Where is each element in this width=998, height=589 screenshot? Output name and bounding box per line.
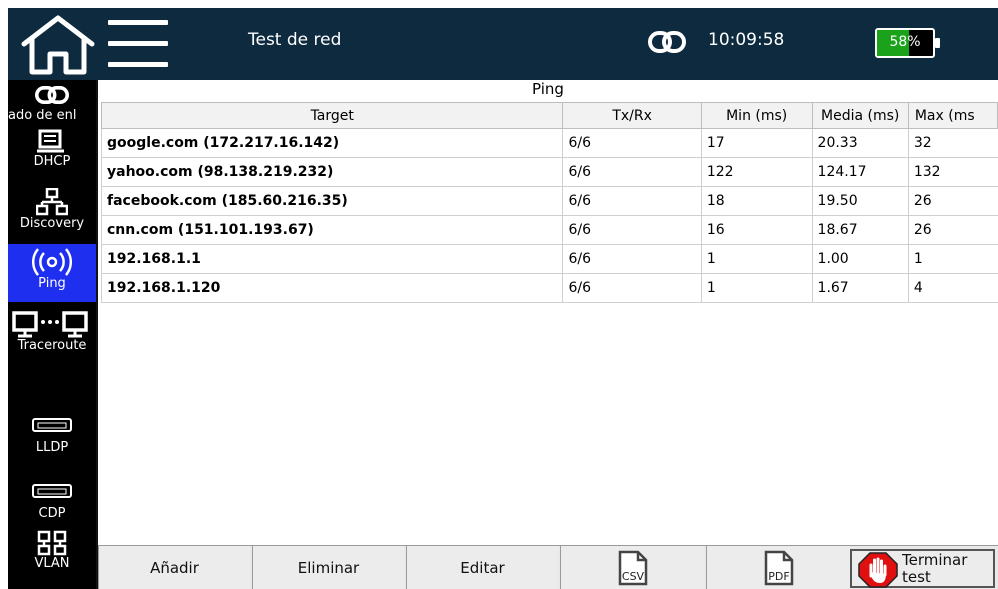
cell-min: 18: [700, 186, 813, 216]
cell-min: 16: [700, 215, 813, 245]
cell-max: 4: [907, 273, 998, 303]
sidebar-item-lldp[interactable]: LLDP: [8, 418, 96, 468]
edit-button[interactable]: Editar: [406, 546, 558, 589]
battery-indicator: 58%: [875, 28, 940, 58]
sidebar-item-label: Traceroute: [17, 338, 87, 353]
cell-target: google.com (172.217.16.142): [100, 128, 563, 158]
table-row[interactable]: 192.168.1.1 6/6 1 1.00 1: [100, 244, 998, 274]
table-header-row: Target Tx/Rx Min (ms) Media (ms) Max (ms: [100, 102, 998, 129]
cell-min: 17: [700, 128, 813, 158]
cell-target: facebook.com (185.60.216.35): [100, 186, 563, 216]
cell-media: 1.00: [811, 244, 909, 274]
stop-hand-icon: [858, 552, 898, 588]
csv-label: CSV: [622, 570, 645, 583]
main-panel: Ping Target Tx/Rx Min (ms) Media (ms) Ma…: [98, 80, 998, 589]
add-button-label: Añadir: [150, 559, 199, 577]
delete-button-label: Eliminar: [297, 559, 360, 577]
cell-target: cnn.com (151.101.193.67): [100, 215, 563, 245]
pdf-label: PDF: [768, 570, 789, 583]
wireless-icon: [32, 248, 72, 276]
port-icon: [32, 484, 72, 498]
vlan-icon: [37, 530, 67, 556]
dhcp-icon: [37, 129, 64, 153]
sidebar-item-label: LLDP: [35, 440, 69, 455]
export-pdf-button[interactable]: PDF: [706, 546, 850, 589]
cell-txrx: 6/6: [562, 128, 702, 158]
link-icon: [648, 31, 686, 53]
cell-min: 1: [700, 273, 813, 303]
sidebar: ado de enl DHCP Discovery Ping Tracerout…: [8, 80, 96, 589]
cell-txrx: 6/6: [562, 157, 702, 187]
sidebar-item-label: Ping: [38, 276, 66, 291]
sidebar-item-link-top[interactable]: [8, 84, 96, 110]
cell-min: 1: [700, 244, 813, 274]
section-title: Ping: [98, 80, 998, 102]
table-row[interactable]: 192.168.1.120 6/6 1 1.67 4: [100, 273, 998, 303]
column-header-max[interactable]: Max (ms: [907, 102, 998, 129]
home-button[interactable]: [18, 14, 98, 76]
cell-max: 1: [907, 244, 998, 274]
sidebar-item-label: Discovery: [19, 216, 85, 231]
bottom-toolbar: Añadir Eliminar Editar CSV PDF Terminar …: [98, 545, 998, 589]
export-csv-button[interactable]: CSV: [560, 546, 704, 589]
cell-txrx: 6/6: [562, 186, 702, 216]
table-row[interactable]: yahoo.com (98.138.219.232) 6/6 122 124.17 13…: [100, 157, 998, 187]
cell-max: 32: [907, 128, 998, 158]
cell-media: 1.67: [811, 273, 909, 303]
sidebar-item-traceroute[interactable]: Traceroute: [8, 310, 96, 370]
ping-results-table: Target Tx/Rx Min (ms) Media (ms) Max (ms…: [100, 102, 998, 303]
pdf-file-icon: PDF: [764, 550, 794, 586]
cell-max: 132: [907, 157, 998, 187]
traceroute-icon: [12, 311, 88, 338]
csv-file-icon: CSV: [618, 550, 648, 586]
sidebar-item-ping[interactable]: Ping: [8, 244, 96, 302]
column-header-target[interactable]: Target: [100, 102, 564, 129]
add-button[interactable]: Añadir: [98, 546, 250, 589]
port-icon: [32, 418, 72, 432]
cell-media: 20.33: [811, 128, 909, 158]
sidebar-item-label: CDP: [38, 506, 66, 521]
menu-icon: [108, 20, 168, 25]
table-body: google.com (172.217.16.142) 6/6 17 20.33 32 y…: [100, 128, 998, 303]
table-row[interactable]: cnn.com (151.101.193.67) 6/6 16 18.67 26: [100, 215, 998, 245]
top-bar: Test de red 10:09:58 58%: [8, 8, 998, 80]
cell-max: 26: [907, 215, 998, 245]
cell-max: 26: [907, 186, 998, 216]
cell-txrx: 6/6: [562, 273, 702, 303]
stop-test-label: Terminar test: [902, 551, 968, 586]
network-icon: [36, 188, 68, 216]
cell-min: 122: [700, 157, 813, 187]
link-icon: [35, 86, 69, 104]
stop-test-button[interactable]: Terminar test: [850, 549, 995, 588]
column-header-txrx[interactable]: Tx/Rx: [562, 102, 702, 129]
sidebar-item-label: DHCP: [33, 154, 71, 169]
sidebar-item-vlan[interactable]: VLAN: [8, 530, 96, 588]
cell-media: 19.50: [811, 186, 909, 216]
table-row[interactable]: facebook.com (185.60.216.35) 6/6 18 19.50 26: [100, 186, 998, 216]
sidebar-item-cdp[interactable]: CDP: [8, 484, 96, 534]
sidebar-item-label: ado de enl: [8, 108, 77, 123]
cell-txrx: 6/6: [562, 244, 702, 274]
battery-label: 58%: [889, 34, 921, 50]
app-window: Test de red 10:09:58 58% ado de enl DHCP…: [8, 8, 998, 589]
clock: 10:09:58: [708, 30, 785, 50]
sidebar-item-dhcp[interactable]: DHCP: [8, 128, 96, 178]
cell-txrx: 6/6: [562, 215, 702, 245]
cell-target: yahoo.com (98.138.219.232): [100, 157, 563, 187]
home-icon: [21, 15, 95, 75]
cell-target: 192.168.1.120: [100, 273, 563, 303]
cell-target: 192.168.1.1: [100, 244, 563, 274]
cell-media: 18.67: [811, 215, 909, 245]
column-header-min[interactable]: Min (ms): [700, 102, 813, 129]
sidebar-item-label: VLAN: [34, 556, 70, 571]
app-title: Test de red: [248, 30, 342, 50]
menu-button[interactable]: [108, 16, 168, 72]
edit-button-label: Editar: [460, 559, 505, 577]
column-header-media[interactable]: Media (ms): [811, 102, 909, 129]
sidebar-item-discovery[interactable]: Discovery: [8, 188, 96, 238]
table-row[interactable]: google.com (172.217.16.142) 6/6 17 20.33 32: [100, 128, 998, 158]
delete-button[interactable]: Eliminar: [252, 546, 404, 589]
cell-media: 124.17: [811, 157, 909, 187]
